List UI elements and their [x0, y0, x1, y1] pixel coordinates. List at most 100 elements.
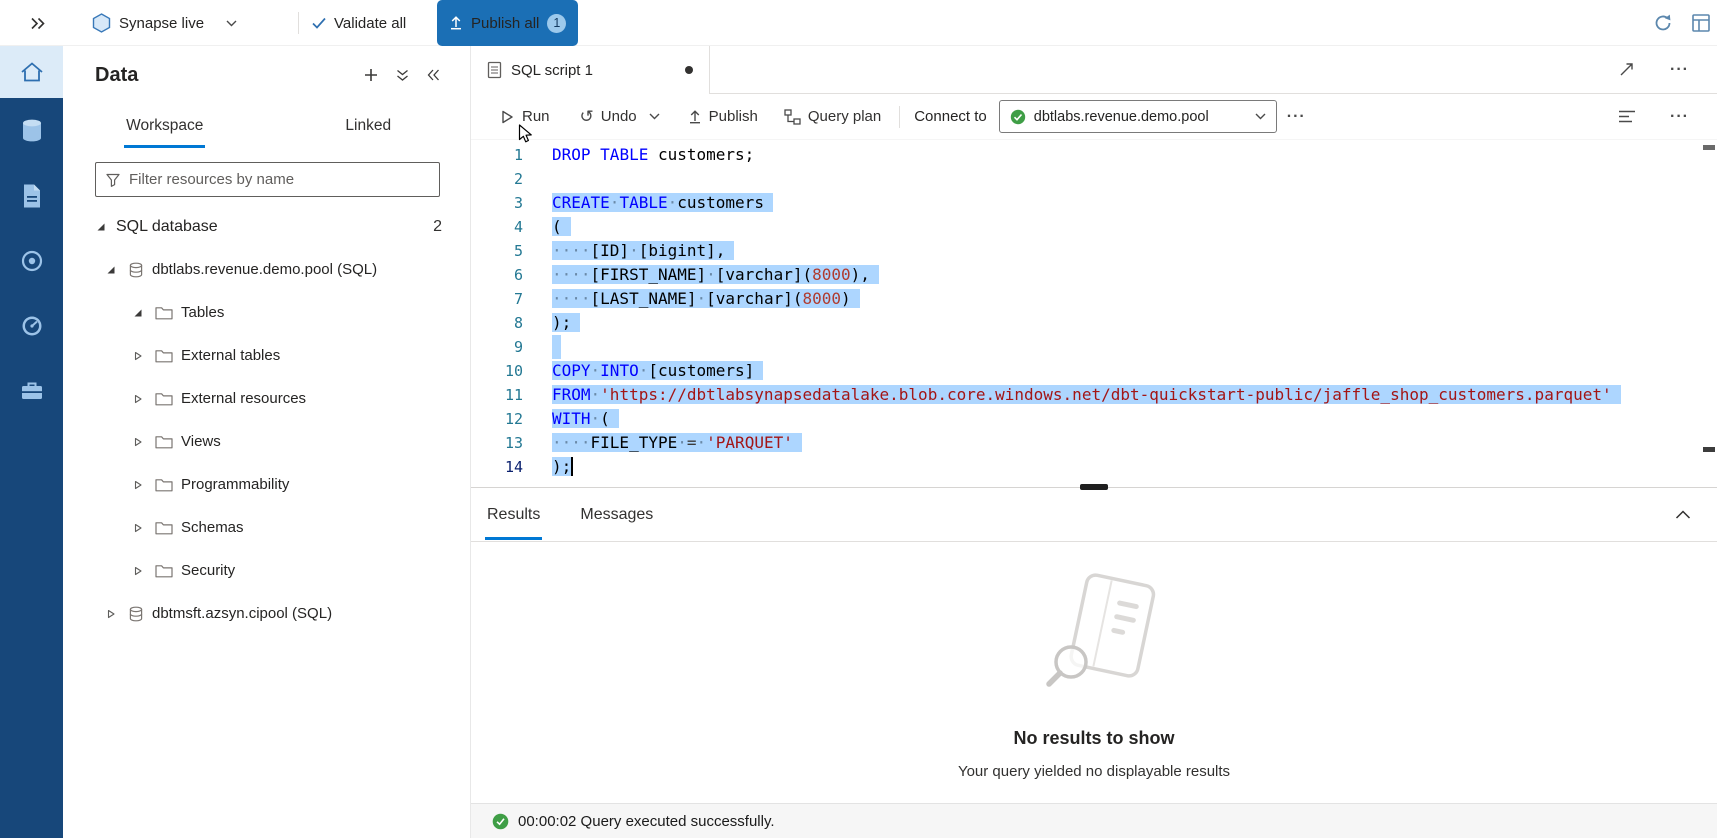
tree-item-sql-database[interactable]: SQL database2	[63, 205, 470, 248]
tree-item-tables[interactable]: Tables	[63, 291, 470, 334]
validate-all-button[interactable]: Validate all	[312, 0, 406, 46]
code-line[interactable]: 6····[FIRST_NAME]·[varchar](8000),	[471, 263, 1717, 287]
data-panel-tabs: Workspace Linked	[63, 104, 470, 148]
sql-editor[interactable]: 1DROP TABLE customers;23CREATE·TABLE·cus…	[471, 140, 1717, 487]
data-panel-header: Data	[63, 46, 470, 104]
tree-item-security[interactable]: Security	[63, 549, 470, 592]
results-body: No results to show Your query yielded no…	[471, 542, 1717, 803]
code-line[interactable]: 3CREATE·TABLE·customers	[471, 191, 1717, 215]
tree-item-views[interactable]: Views	[63, 420, 470, 463]
run-button[interactable]: Run	[491, 102, 558, 131]
nav-data-button[interactable]	[0, 98, 63, 163]
expand-arrow-icon[interactable]	[133, 351, 145, 361]
nav-integrate-button[interactable]	[0, 228, 63, 293]
synapse-live-selector[interactable]: Synapse live	[92, 0, 237, 46]
tab-sql-script-1[interactable]: SQL script 1	[471, 46, 710, 94]
publish-button[interactable]: Publish	[680, 102, 766, 131]
script-tab-title: SQL script 1	[511, 62, 593, 79]
synapse-logo-icon	[92, 13, 111, 33]
line-number: 10	[471, 359, 523, 383]
tree-item-dbtlabs-revenue-demo-pool-sql[interactable]: dbtlabs.revenue.demo.pool (SQL)	[63, 248, 470, 291]
resource-tree: SQL database2dbtlabs.revenue.demo.pool (…	[63, 205, 470, 635]
line-number: 2	[471, 167, 523, 191]
query-plan-button[interactable]: Query plan	[776, 102, 889, 131]
empty-results-title: No results to show	[1013, 728, 1174, 749]
home-icon	[20, 61, 44, 83]
database-icon	[20, 118, 44, 144]
code-line[interactable]: 8);	[471, 311, 1717, 335]
pool-icon	[128, 606, 144, 622]
undo-button[interactable]: ↺ Undo	[572, 102, 645, 131]
collapse-panel-button[interactable]	[427, 69, 440, 81]
tree-item-label: Views	[181, 433, 221, 450]
view-settings-button[interactable]	[1618, 109, 1636, 125]
expand-nav-button[interactable]	[30, 0, 46, 46]
tree-item-label: dbtmsft.azsyn.cipool (SQL)	[152, 605, 332, 622]
code-line[interactable]: 12WITH·(	[471, 407, 1717, 431]
pool-selector[interactable]: dbtlabs.revenue.demo.pool	[999, 100, 1277, 133]
undo-dropdown-button[interactable]	[645, 107, 664, 126]
unsaved-indicator	[685, 66, 693, 74]
chevron-down-icon	[226, 20, 237, 27]
expand-arrow-icon[interactable]	[133, 394, 145, 404]
expand-arrow-icon[interactable]	[133, 480, 145, 490]
publish-all-button[interactable]: Publish all 1	[437, 0, 578, 46]
tree-item-programmability[interactable]: Programmability	[63, 463, 470, 506]
add-resource-button[interactable]	[364, 68, 378, 82]
expand-arrow-icon[interactable]	[133, 437, 145, 447]
expand-arrow-icon[interactable]	[133, 523, 145, 533]
code-line[interactable]: 9	[471, 335, 1717, 359]
folder-icon	[155, 306, 173, 320]
collapse-arrow-icon[interactable]	[133, 308, 145, 318]
tab-messages[interactable]: Messages	[578, 490, 655, 540]
code-line[interactable]: 10COPY·INTO·[customers]	[471, 359, 1717, 383]
code-line[interactable]: 5····[ID]·[bigint],	[471, 239, 1717, 263]
tree-item-schemas[interactable]: Schemas	[63, 506, 470, 549]
tree-item-dbtmsft-azsyn-cipool-sql[interactable]: dbtmsft.azsyn.cipool (SQL)	[63, 592, 470, 635]
filter-icon	[106, 173, 120, 187]
collapse-all-button[interactable]	[396, 69, 409, 82]
collapse-results-button[interactable]	[1675, 510, 1691, 519]
code-lines[interactable]: 1DROP TABLE customers;23CREATE·TABLE·cus…	[471, 143, 1717, 479]
nav-home-button[interactable]	[0, 46, 63, 98]
filter-resources-box[interactable]	[95, 162, 440, 197]
expand-arrow-icon[interactable]	[133, 566, 145, 576]
script-icon	[487, 61, 502, 79]
data-panel: Data Workspace Linked SQL database2dbtla…	[63, 46, 471, 838]
double-chevron-down-icon	[396, 69, 409, 82]
collapse-arrow-icon[interactable]	[96, 222, 108, 232]
line-number: 5	[471, 239, 523, 263]
gauge-icon	[20, 314, 44, 338]
line-number: 8	[471, 311, 523, 335]
tab-linked[interactable]: Linked	[267, 104, 471, 148]
expand-arrow-icon[interactable]	[106, 609, 118, 619]
nav-develop-button[interactable]	[0, 163, 63, 228]
tab-workspace[interactable]: Workspace	[63, 104, 267, 148]
editor-more-button[interactable]: ···	[1660, 108, 1699, 126]
collapse-arrow-icon[interactable]	[106, 265, 118, 275]
expand-editor-button[interactable]	[1619, 62, 1634, 77]
code-line[interactable]: 7····[LAST_NAME]·[varchar](8000)	[471, 287, 1717, 311]
layout-panel-button[interactable]	[1691, 0, 1711, 46]
tab-more-button[interactable]: ···	[1660, 61, 1699, 79]
nav-monitor-button[interactable]	[0, 293, 63, 358]
tree-item-label: Programmability	[181, 476, 289, 493]
folder-icon	[155, 349, 173, 363]
filter-resources-input[interactable]	[129, 171, 429, 188]
line-number: 4	[471, 215, 523, 239]
code-line[interactable]: 14);	[471, 455, 1717, 479]
code-line[interactable]: 13····FILE_TYPE·=·'PARQUET'	[471, 431, 1717, 455]
tree-item-external-tables[interactable]: External tables	[63, 334, 470, 377]
chevron-down-icon	[649, 113, 660, 120]
code-line[interactable]: 11FROM·'https://dbtlabsynapsedatalake.bl…	[471, 383, 1717, 407]
code-line[interactable]: 1DROP TABLE customers;	[471, 143, 1717, 167]
code-line[interactable]: 2	[471, 167, 1717, 191]
code-line[interactable]: 4(	[471, 215, 1717, 239]
toolbar-more-button[interactable]: ···	[1277, 108, 1316, 126]
check-icon	[312, 17, 326, 29]
tree-item-external-resources[interactable]: External resources	[63, 377, 470, 420]
tab-results[interactable]: Results	[485, 490, 542, 540]
nav-manage-button[interactable]	[0, 358, 63, 423]
folder-icon	[155, 392, 173, 406]
refresh-button[interactable]	[1653, 0, 1673, 46]
